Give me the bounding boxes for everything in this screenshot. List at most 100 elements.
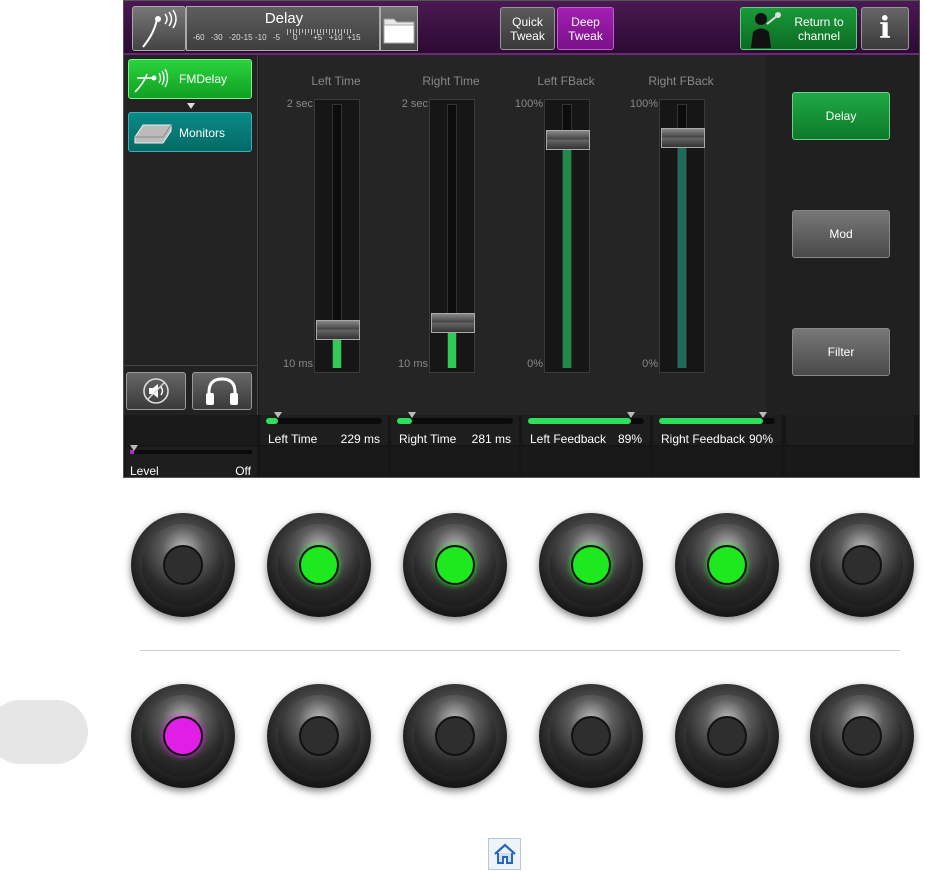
strip-empty-cell	[522, 447, 650, 477]
home-icon	[493, 843, 516, 864]
fader-fill	[333, 340, 341, 368]
meter-tick	[341, 29, 342, 35]
knob-row2-1[interactable]	[131, 684, 235, 788]
strip-empty-cell	[653, 447, 781, 477]
fader-min-label: 10 ms	[283, 358, 313, 370]
knob-row2-2[interactable]	[267, 684, 371, 788]
device-screen: Delay -60 -30 -20 -15 -10 -5 0 +5 +10 +15 Quick T…	[123, 0, 920, 478]
deep-tweak-button[interactable]: Deep Tweak	[557, 7, 614, 50]
knob-row1-1[interactable]	[131, 513, 235, 617]
param-mini-fill	[266, 418, 278, 424]
knob-led	[435, 545, 475, 585]
monitor-speaker-icon	[134, 124, 172, 144]
param-pointer-icon	[274, 412, 282, 418]
param-mini-fill	[528, 418, 631, 424]
fader-track[interactable]	[659, 99, 705, 373]
return-to-channel-button[interactable]: Return to channel	[740, 7, 857, 50]
param-pointer-icon	[408, 412, 416, 418]
headphones-button[interactable]	[192, 372, 252, 410]
meter-scale-label: -60	[193, 33, 205, 42]
meter-tick	[323, 29, 324, 35]
param-pointer-icon	[627, 412, 635, 418]
meter-tick	[290, 29, 291, 33]
home-button[interactable]	[488, 838, 521, 870]
param-mini-track	[659, 418, 775, 424]
knob-led	[299, 545, 339, 585]
mute-button[interactable]	[126, 372, 186, 410]
meter-tick	[293, 29, 294, 35]
knob-row1-6[interactable]	[810, 513, 914, 617]
singer-icon	[751, 12, 781, 48]
info-button[interactable]: i	[861, 7, 909, 50]
fader-title: Right FBack	[648, 74, 714, 88]
knob-led	[571, 716, 611, 756]
fader-min-label: 0%	[527, 358, 543, 370]
param-mini-track	[266, 418, 382, 424]
preset-folder-button[interactable]	[380, 6, 418, 51]
knob-led	[571, 545, 611, 585]
fader-fill	[448, 332, 456, 368]
tab-filter[interactable]: Filter	[792, 328, 890, 376]
meter-scale-label: -20	[229, 33, 241, 42]
param-value: 90%	[748, 432, 773, 446]
strip-empty-cell	[260, 447, 388, 477]
param-cell[interactable]: Left Time 229 ms	[260, 412, 388, 446]
meter-tick	[296, 29, 297, 33]
fader-handle[interactable]	[316, 320, 360, 340]
tab-mod[interactable]: Mod	[792, 210, 890, 258]
knob-led	[163, 716, 203, 756]
knob-row2-6[interactable]	[810, 684, 914, 788]
fader-track[interactable]	[544, 99, 590, 373]
fader-track[interactable]	[429, 99, 475, 373]
meter-tick	[347, 29, 348, 35]
preset-display[interactable]: Delay -60 -30 -20 -15 -10 -5 0 +5 +10 +15	[186, 6, 380, 51]
parameter-tabs: Delay Mod Filter	[766, 55, 919, 415]
meter-tick	[350, 29, 351, 33]
fader-min-label: 0%	[642, 358, 658, 370]
strip-empty-cell	[391, 447, 519, 477]
meter-tick	[308, 29, 309, 33]
param-label: Right Feedback	[661, 432, 746, 446]
microphone-signal-icon	[134, 68, 169, 93]
fader-track[interactable]	[314, 99, 360, 373]
chain-block-monitors[interactable]: Monitors	[128, 112, 252, 152]
sidebar-divider	[124, 365, 258, 366]
tab-delay[interactable]: Delay	[792, 92, 890, 140]
knob-row2-5[interactable]	[675, 684, 779, 788]
knob-row1-3[interactable]	[403, 513, 507, 617]
meter-scale-label: -10	[255, 33, 267, 42]
speaker-mute-icon	[143, 378, 169, 404]
meter-tick	[320, 29, 321, 33]
knob-row2-4[interactable]	[539, 684, 643, 788]
param-cell[interactable]: Right Feedback 90%	[653, 412, 781, 446]
fader-handle[interactable]	[546, 130, 590, 151]
fader-fill	[678, 148, 686, 368]
meter-tick	[335, 29, 336, 35]
meter-tick	[338, 29, 339, 33]
fader-fill	[563, 150, 571, 368]
param-label: Left Feedback	[530, 432, 607, 446]
quick-tweak-button[interactable]: Quick Tweak	[500, 7, 555, 50]
fx-type-button[interactable]	[132, 6, 186, 51]
meter-tick	[311, 29, 312, 35]
fader-handle[interactable]	[431, 312, 475, 333]
level-cell[interactable]: Level Off	[126, 445, 257, 478]
meter-tick	[317, 29, 318, 35]
chain-block-fmdelay[interactable]: FMDelay	[128, 59, 252, 99]
knob-led	[842, 545, 882, 585]
level-value: Off	[235, 464, 251, 478]
param-cell[interactable]: Right Time 281 ms	[391, 412, 519, 446]
knob-row1-4[interactable]	[539, 513, 643, 617]
knob-row1-2[interactable]	[267, 513, 371, 617]
knob-row1-5[interactable]	[675, 513, 779, 617]
knob-led	[163, 545, 203, 585]
param-value: 229 ms	[340, 432, 380, 446]
strip-empty-cell	[786, 447, 914, 477]
param-label: Left Time	[268, 432, 318, 446]
fader-max-label: 2 sec	[401, 98, 428, 110]
knob-row2-3[interactable]	[403, 684, 507, 788]
fader-handle[interactable]	[661, 128, 705, 148]
param-cell[interactable]: Left Feedback 89%	[522, 412, 650, 446]
level-pointer-icon	[130, 445, 138, 451]
fader-title: Left FBack	[537, 74, 595, 88]
